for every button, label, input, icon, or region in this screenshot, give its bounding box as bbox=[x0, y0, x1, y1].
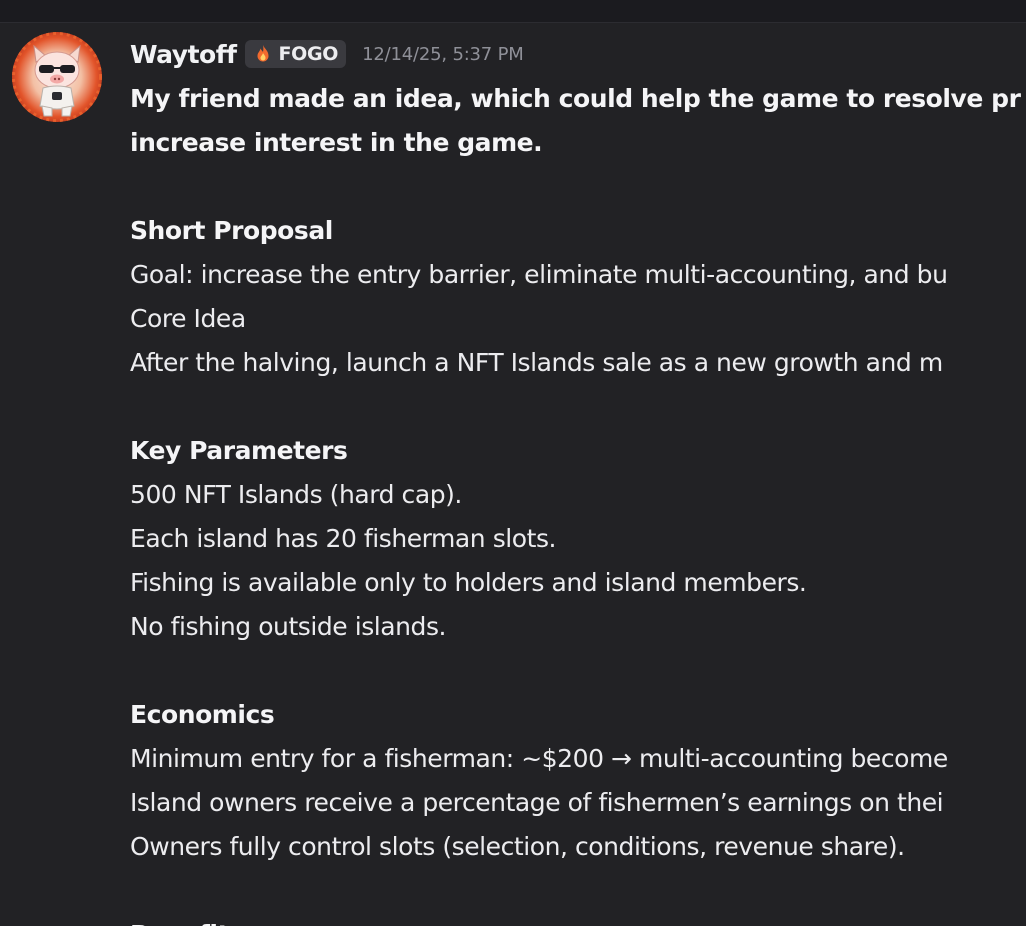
message-line: My friend made an idea, which could help… bbox=[130, 84, 1021, 113]
message-content: My friend made an idea, which could help… bbox=[130, 77, 1026, 926]
message-line: 500 NFT Islands (hard cap). bbox=[130, 480, 462, 509]
message-line-blank bbox=[130, 869, 1026, 913]
server-tag-label: FOGO bbox=[278, 43, 339, 65]
section-heading-short-proposal: Short Proposal bbox=[130, 216, 333, 245]
message-line: Core Idea bbox=[130, 304, 246, 333]
message-line: Goal: increase the entry barrier, elimin… bbox=[130, 260, 948, 289]
message-line: No fishing outside islands. bbox=[130, 612, 447, 641]
message-line: increase interest in the game. bbox=[130, 128, 543, 157]
message-line: Island owners receive a percentage of fi… bbox=[130, 788, 944, 817]
window-top-bar bbox=[0, 0, 1026, 23]
message-timestamp[interactable]: 12/14/25, 5:37 PM bbox=[362, 44, 524, 65]
fire-icon bbox=[257, 45, 269, 62]
avatar[interactable] bbox=[12, 32, 102, 122]
author-name[interactable]: Waytoff bbox=[130, 40, 237, 69]
avatar-image-icon bbox=[12, 32, 102, 122]
message-line: Minimum entry for a fisherman: ~$200 → m… bbox=[130, 744, 948, 773]
message-line: After the halving, launch a NFT Islands … bbox=[130, 348, 943, 377]
message-line-blank bbox=[130, 165, 1026, 209]
message-line-blank bbox=[130, 385, 1026, 429]
message-header: Waytoff FOGO 12/14/25, 5:37 PM bbox=[130, 36, 524, 72]
section-heading-key-parameters: Key Parameters bbox=[130, 436, 348, 465]
message-line-blank bbox=[130, 649, 1026, 693]
server-tag[interactable]: FOGO bbox=[245, 40, 347, 68]
message-line: Each island has 20 fisherman slots. bbox=[130, 524, 557, 553]
section-heading-economics: Economics bbox=[130, 700, 275, 729]
chat-message[interactable]: Waytoff FOGO 12/14/25, 5:37 PM My friend… bbox=[0, 22, 1026, 926]
section-heading-benefits: Benefits bbox=[130, 913, 1026, 926]
message-line: Fishing is available only to holders and… bbox=[130, 568, 807, 597]
message-line: Owners fully control slots (selection, c… bbox=[130, 832, 905, 861]
